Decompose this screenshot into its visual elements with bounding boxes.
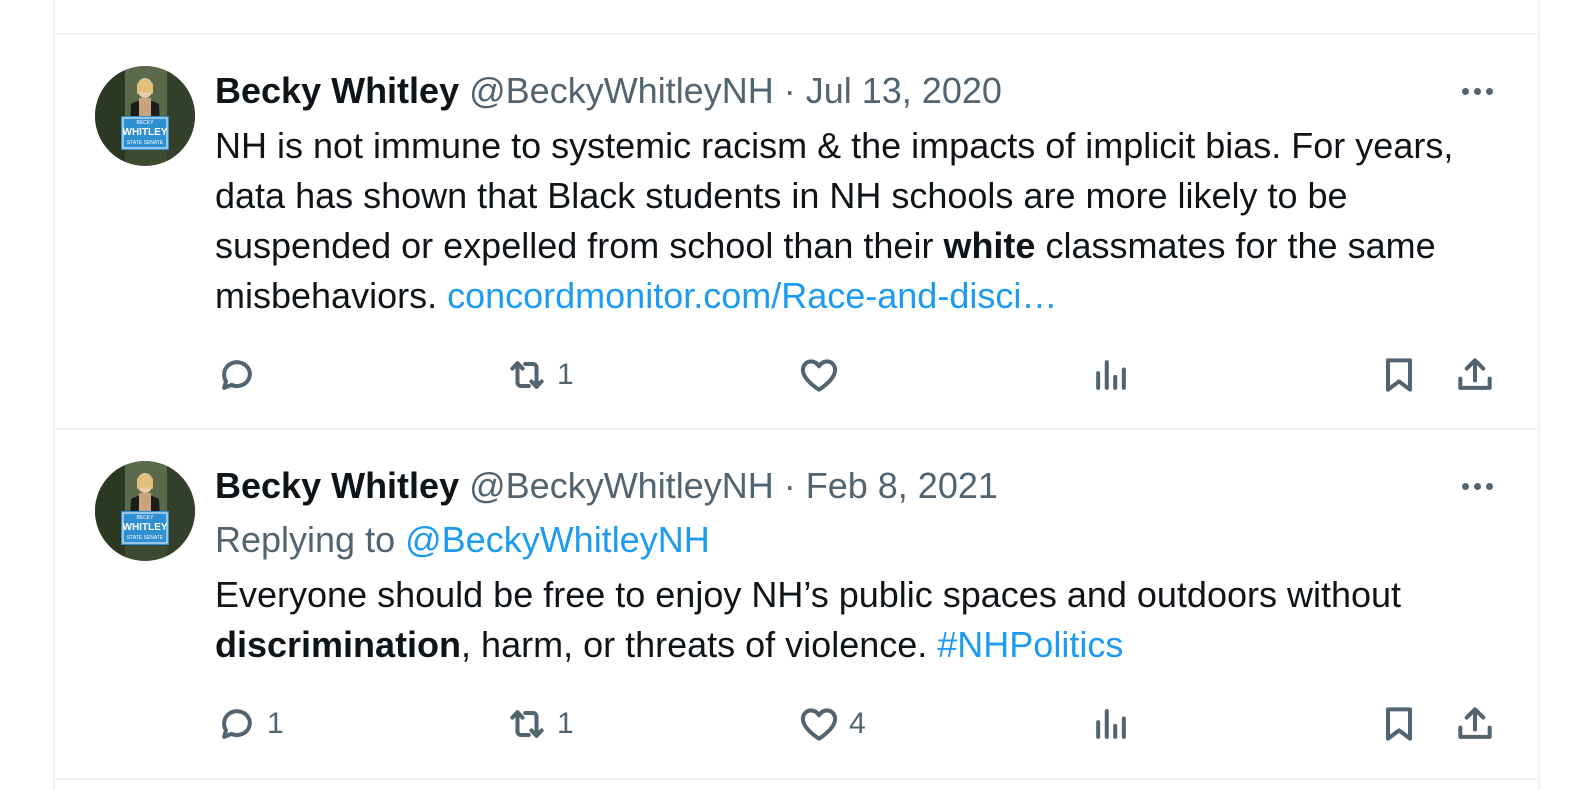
replying-label: Replying to bbox=[215, 519, 406, 560]
tweet-header: Becky Whitley @BeckyWhitleyNH · Jul 13, … bbox=[215, 66, 1538, 116]
tweet-date[interactable]: Jul 13, 2020 bbox=[806, 70, 1002, 111]
avatar-sign-top: BECKY bbox=[137, 120, 155, 126]
tweet-link[interactable]: concordmonitor.com/Race-and-disci… bbox=[447, 275, 1057, 316]
avatar-sign-main: WHITLEY bbox=[123, 127, 168, 138]
retweet-count: 1 bbox=[557, 358, 574, 391]
author-name[interactable]: Becky Whitley bbox=[215, 70, 459, 111]
avatar-photo: BECKY WHITLEY STATE SENATE bbox=[95, 66, 195, 166]
bookmark-icon bbox=[1385, 707, 1413, 741]
avatar[interactable]: BECKY WHITLEY STATE SENATE bbox=[95, 66, 195, 166]
tweet[interactable]: BECKY WHITLEY STATE SENATE Becky Whitley… bbox=[55, 35, 1538, 428]
reply-button[interactable] bbox=[215, 350, 267, 400]
like-count: 4 bbox=[849, 707, 866, 740]
reply-count: 1 bbox=[267, 707, 284, 740]
share-button[interactable] bbox=[1453, 699, 1497, 749]
tweet[interactable]: BECKY WHITLEY STATE SENATE Becky Whitley… bbox=[55, 430, 1538, 778]
avatar[interactable]: BECKY WHITLEY STATE SENATE bbox=[95, 461, 195, 561]
tweet-header: Becky Whitley @BeckyWhitleyNH · Feb 8, 2… bbox=[215, 461, 1538, 511]
views-button[interactable] bbox=[1089, 350, 1133, 400]
tweet-text: NH is not immune to systemic racism & th… bbox=[215, 121, 1505, 321]
divider bbox=[55, 778, 1538, 780]
reply-icon bbox=[222, 360, 252, 390]
author-handle[interactable]: @BeckyWhitleyNH bbox=[469, 70, 774, 111]
like-button[interactable] bbox=[797, 350, 849, 400]
avatar-sign-bottom: STATE SENATE bbox=[127, 140, 164, 146]
author-handle[interactable]: @BeckyWhitleyNH bbox=[469, 465, 774, 506]
reply-button[interactable]: 1 bbox=[215, 699, 284, 749]
replying-handle[interactable]: @BeckyWhitleyNH bbox=[405, 519, 710, 560]
bookmark-icon bbox=[1385, 358, 1413, 392]
author-name[interactable]: Becky Whitley bbox=[215, 465, 459, 506]
retweet-button[interactable]: 1 bbox=[505, 699, 574, 749]
share-icon bbox=[1458, 707, 1492, 739]
heart-icon bbox=[800, 708, 838, 741]
retweet-count: 1 bbox=[557, 707, 574, 740]
share-button[interactable] bbox=[1453, 350, 1497, 400]
avatar-photo: BECKY WHITLEY STATE SENATE bbox=[95, 461, 195, 561]
heart-icon bbox=[800, 359, 838, 392]
tweet-actions: 1 1 4 bbox=[215, 699, 1505, 749]
retweet-icon bbox=[510, 361, 544, 389]
separator-dot: · bbox=[783, 465, 796, 506]
analytics-icon bbox=[1096, 360, 1126, 390]
more-icon[interactable] bbox=[1456, 66, 1498, 116]
replying-to: Replying to @BeckyWhitleyNH bbox=[215, 515, 710, 565]
tweet-text-part: , harm, or threats of violence. bbox=[461, 624, 938, 665]
avatar-sign-top: BECKY bbox=[137, 515, 155, 521]
avatar-sign-main: WHITLEY bbox=[123, 522, 168, 533]
views-button[interactable] bbox=[1089, 699, 1133, 749]
tweet-text-part: Everyone should be free to enjoy NH’s pu… bbox=[215, 574, 1402, 615]
retweet-icon bbox=[510, 710, 544, 738]
timeline-column: BECKY WHITLEY STATE SENATE Becky Whitley… bbox=[53, 0, 1540, 790]
tweet-date[interactable]: Feb 8, 2021 bbox=[806, 465, 998, 506]
tweet-text-bold: discrimination bbox=[215, 624, 462, 665]
bookmark-button[interactable] bbox=[1377, 350, 1421, 400]
bookmark-button[interactable] bbox=[1377, 699, 1421, 749]
tweet-text-bold: white bbox=[943, 225, 1036, 266]
retweet-button[interactable]: 1 bbox=[505, 350, 574, 400]
like-button[interactable]: 4 bbox=[797, 699, 866, 749]
separator-dot: · bbox=[783, 70, 796, 111]
analytics-icon bbox=[1096, 709, 1126, 739]
avatar-sign-bottom: STATE SENATE bbox=[127, 535, 164, 541]
hashtag-link[interactable]: #NHPolitics bbox=[937, 624, 1123, 665]
tweet-text: Everyone should be free to enjoy NH’s pu… bbox=[215, 570, 1505, 670]
more-icon[interactable] bbox=[1456, 461, 1498, 511]
share-icon bbox=[1458, 358, 1492, 390]
reply-icon bbox=[222, 709, 252, 739]
tweet-actions: 1 bbox=[215, 350, 1505, 400]
